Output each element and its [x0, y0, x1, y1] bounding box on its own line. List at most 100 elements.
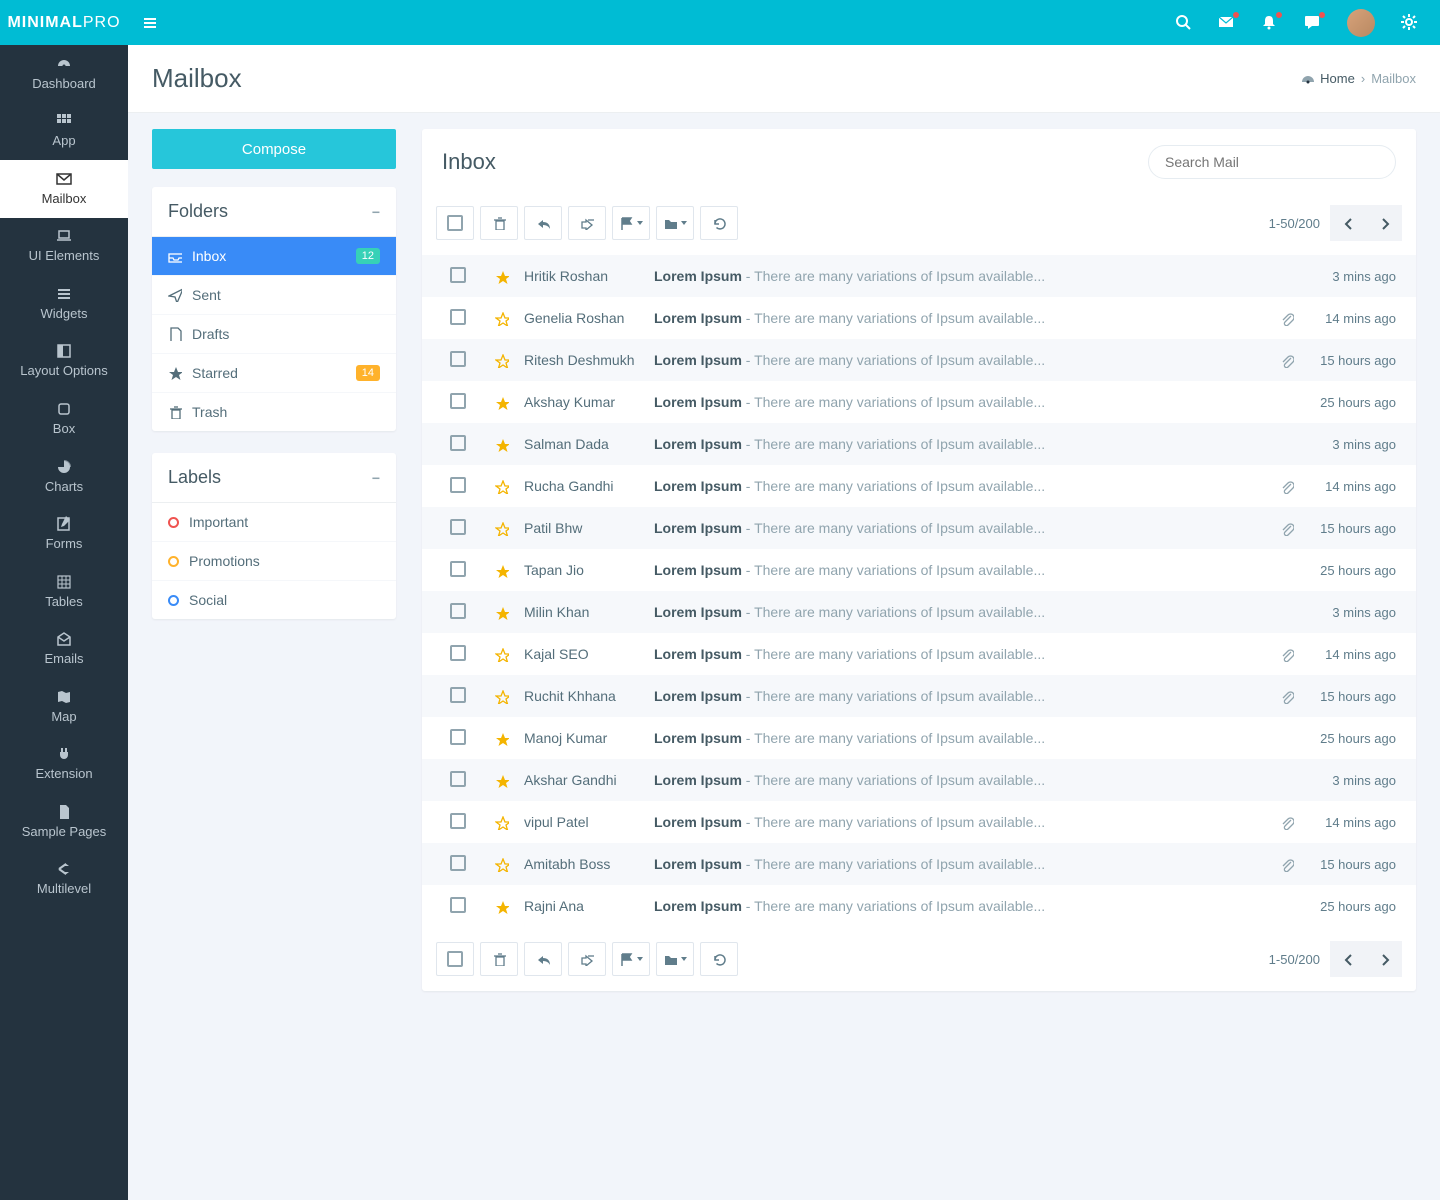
- reply-button[interactable]: [524, 942, 562, 976]
- mail-row[interactable]: Hritik Roshan Lorem Ipsum - There are ma…: [422, 255, 1416, 297]
- refresh-button[interactable]: [700, 206, 738, 240]
- forward-button[interactable]: [568, 206, 606, 240]
- flag-dropdown[interactable]: [612, 206, 650, 240]
- star-icon[interactable]: [480, 562, 524, 579]
- mail-row[interactable]: Milin Khan Lorem Ipsum - There are many …: [422, 591, 1416, 633]
- delete-button[interactable]: [480, 942, 518, 976]
- mail-row[interactable]: Amitabh Boss Lorem Ipsum - There are man…: [422, 843, 1416, 885]
- star-icon[interactable]: [480, 688, 524, 705]
- prev-page-button[interactable]: [1330, 941, 1366, 977]
- mail-checkbox[interactable]: [436, 477, 480, 496]
- mail-row[interactable]: Rucha Gandhi Lorem Ipsum - There are man…: [422, 465, 1416, 507]
- label-important[interactable]: Important: [152, 503, 396, 542]
- star-icon[interactable]: [480, 436, 524, 453]
- folder-inbox[interactable]: Inbox12: [152, 237, 396, 276]
- mail-row[interactable]: Rajni Ana Lorem Ipsum - There are many v…: [422, 885, 1416, 927]
- compose-button[interactable]: Compose: [152, 129, 396, 169]
- star-icon[interactable]: [480, 478, 524, 495]
- folder-dropdown[interactable]: [656, 942, 694, 976]
- collapse-icon[interactable]: −: [372, 204, 380, 220]
- mail-checkbox[interactable]: [436, 645, 480, 664]
- mail-checkbox[interactable]: [436, 519, 480, 538]
- brand-logo[interactable]: MINIMALPRO: [0, 14, 128, 32]
- mail-checkbox[interactable]: [436, 393, 480, 412]
- select-all-checkbox[interactable]: [436, 942, 474, 976]
- mail-row[interactable]: Kajal SEO Lorem Ipsum - There are many v…: [422, 633, 1416, 675]
- sidebar-item-box[interactable]: Box: [0, 390, 128, 448]
- star-icon[interactable]: [480, 520, 524, 537]
- breadcrumb-home[interactable]: Home: [1320, 71, 1355, 86]
- select-all-checkbox[interactable]: [436, 206, 474, 240]
- reply-button[interactable]: [524, 206, 562, 240]
- prev-page-button[interactable]: [1330, 205, 1366, 241]
- star-icon[interactable]: [480, 814, 524, 831]
- sidebar-item-app[interactable]: App: [0, 103, 128, 161]
- forward-button[interactable]: [568, 942, 606, 976]
- mail-icon[interactable]: [1218, 14, 1235, 31]
- sidebar-item-emails[interactable]: Emails: [0, 621, 128, 679]
- menu-toggle-icon[interactable]: [128, 14, 172, 31]
- mail-checkbox[interactable]: [436, 897, 480, 916]
- label-social[interactable]: Social: [152, 581, 396, 619]
- next-page-button[interactable]: [1366, 941, 1402, 977]
- mail-checkbox[interactable]: [436, 771, 480, 790]
- folder-trash[interactable]: Trash: [152, 393, 396, 431]
- mail-row[interactable]: Salman Dada Lorem Ipsum - There are many…: [422, 423, 1416, 465]
- chat-icon[interactable]: [1304, 14, 1321, 31]
- avatar[interactable]: [1347, 9, 1375, 37]
- star-icon[interactable]: [480, 604, 524, 621]
- sidebar-item-extension[interactable]: Extension: [0, 736, 128, 794]
- sidebar-item-ui-elements[interactable]: UI Elements: [0, 218, 128, 276]
- mail-row[interactable]: vipul Patel Lorem Ipsum - There are many…: [422, 801, 1416, 843]
- mail-checkbox[interactable]: [436, 309, 480, 328]
- mail-checkbox[interactable]: [436, 435, 480, 454]
- collapse-icon[interactable]: −: [372, 470, 380, 486]
- label-promotions[interactable]: Promotions: [152, 542, 396, 581]
- folder-starred[interactable]: Starred14: [152, 354, 396, 393]
- mail-checkbox[interactable]: [436, 729, 480, 748]
- star-icon[interactable]: [480, 730, 524, 747]
- star-icon[interactable]: [480, 268, 524, 285]
- star-icon[interactable]: [480, 394, 524, 411]
- refresh-button[interactable]: [700, 942, 738, 976]
- star-icon[interactable]: [480, 310, 524, 327]
- mail-checkbox[interactable]: [436, 351, 480, 370]
- sidebar-item-charts[interactable]: Charts: [0, 448, 128, 506]
- delete-button[interactable]: [480, 206, 518, 240]
- bell-icon[interactable]: [1261, 14, 1278, 31]
- sidebar-item-multilevel[interactable]: Multilevel: [0, 851, 128, 909]
- folder-drafts[interactable]: Drafts: [152, 315, 396, 354]
- mail-row[interactable]: Manoj Kumar Lorem Ipsum - There are many…: [422, 717, 1416, 759]
- next-page-button[interactable]: [1366, 205, 1402, 241]
- mail-row[interactable]: Genelia Roshan Lorem Ipsum - There are m…: [422, 297, 1416, 339]
- mail-row[interactable]: Tapan Jio Lorem Ipsum - There are many v…: [422, 549, 1416, 591]
- star-icon[interactable]: [480, 646, 524, 663]
- star-icon[interactable]: [480, 898, 524, 915]
- mail-row[interactable]: Patil Bhw Lorem Ipsum - There are many v…: [422, 507, 1416, 549]
- sidebar-item-tables[interactable]: Tables: [0, 563, 128, 621]
- mail-row[interactable]: Ritesh Deshmukh Lorem Ipsum - There are …: [422, 339, 1416, 381]
- sidebar-item-mailbox[interactable]: Mailbox: [0, 160, 128, 218]
- star-icon[interactable]: [480, 352, 524, 369]
- mail-checkbox[interactable]: [436, 813, 480, 832]
- sidebar-item-map[interactable]: Map: [0, 678, 128, 736]
- search-mail-input[interactable]: [1148, 145, 1396, 179]
- mail-checkbox[interactable]: [436, 603, 480, 622]
- mail-checkbox[interactable]: [436, 687, 480, 706]
- folder-dropdown[interactable]: [656, 206, 694, 240]
- flag-dropdown[interactable]: [612, 942, 650, 976]
- folder-sent[interactable]: Sent: [152, 276, 396, 315]
- mail-row[interactable]: Akshar Gandhi Lorem Ipsum - There are ma…: [422, 759, 1416, 801]
- sidebar-item-forms[interactable]: Forms: [0, 506, 128, 564]
- mail-row[interactable]: Akshay Kumar Lorem Ipsum - There are man…: [422, 381, 1416, 423]
- mail-row[interactable]: Ruchit Khhana Lorem Ipsum - There are ma…: [422, 675, 1416, 717]
- search-icon[interactable]: [1175, 14, 1192, 31]
- mail-checkbox[interactable]: [436, 855, 480, 874]
- mail-checkbox[interactable]: [436, 561, 480, 580]
- sidebar-item-widgets[interactable]: Widgets: [0, 275, 128, 333]
- sidebar-item-layout-options[interactable]: Layout Options: [0, 333, 128, 391]
- star-icon[interactable]: [480, 772, 524, 789]
- sidebar-item-sample-pages[interactable]: Sample Pages: [0, 793, 128, 851]
- mail-checkbox[interactable]: [436, 267, 480, 286]
- gear-icon[interactable]: [1401, 14, 1418, 31]
